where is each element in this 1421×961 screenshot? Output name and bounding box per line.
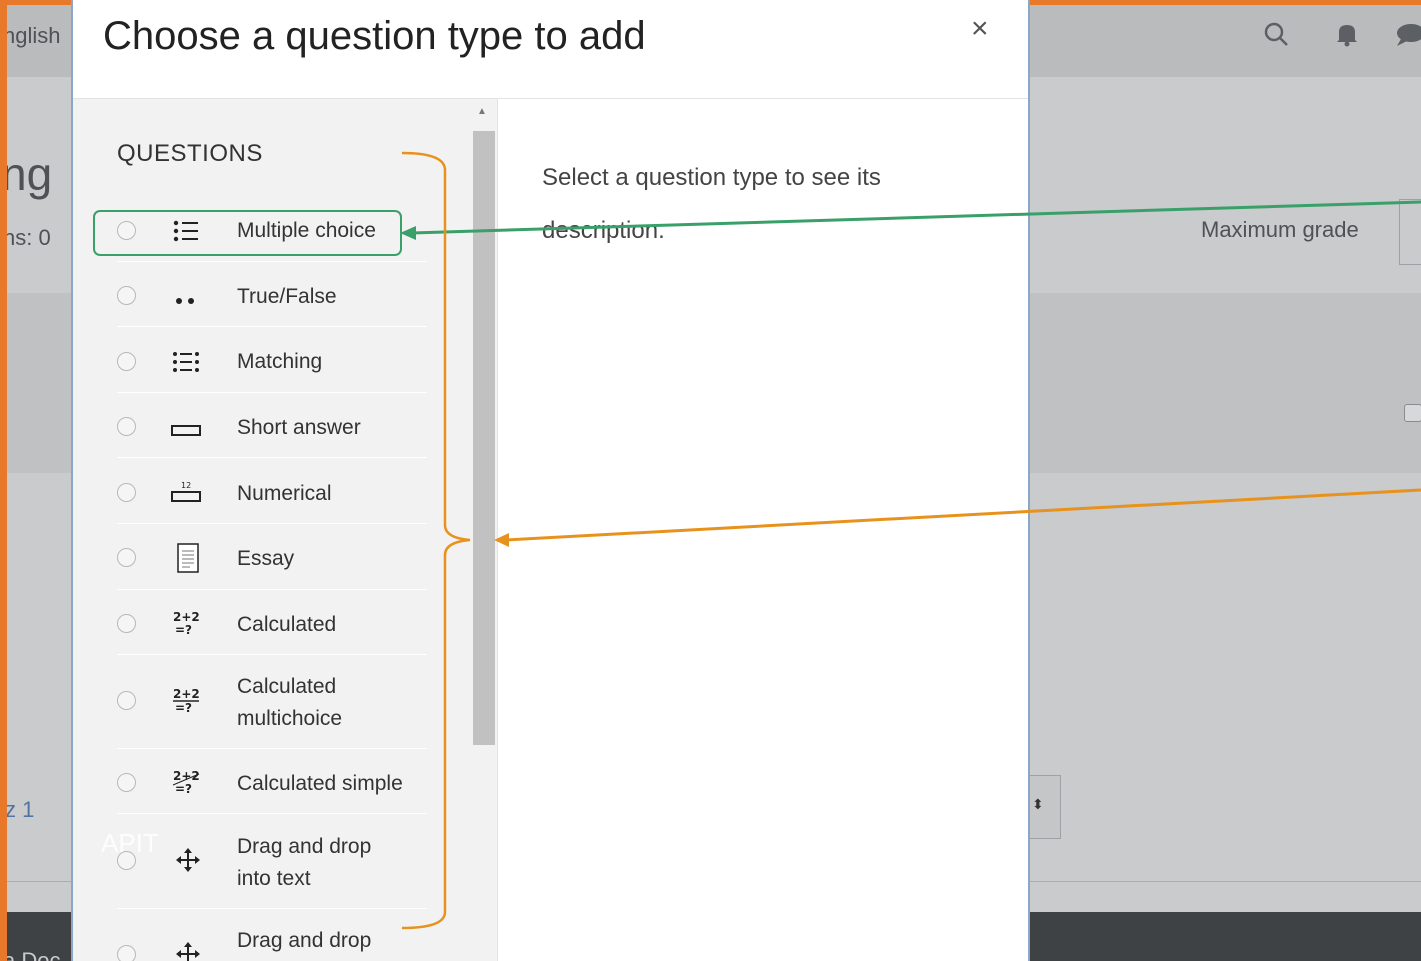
svg-text:2+2: 2+2	[173, 687, 200, 701]
question-type-label-line2[interactable]: multichoice	[237, 703, 342, 735]
radio-calculated[interactable]	[117, 614, 136, 633]
divider	[117, 326, 427, 327]
question-type-label[interactable]: True/False	[237, 281, 337, 313]
svg-text:2+2: 2+2	[173, 610, 200, 624]
question-type-label[interactable]: Essay	[237, 543, 294, 575]
radio-true-false[interactable]	[117, 286, 136, 305]
radio-short-answer[interactable]	[117, 417, 136, 436]
radio-multiple-choice[interactable]	[117, 221, 136, 240]
maximum-grade-input[interactable]	[1399, 199, 1421, 265]
search-icon[interactable]	[1263, 21, 1289, 54]
section-title-questions: QUESTIONS	[117, 140, 263, 167]
divider	[117, 748, 427, 749]
question-type-label-line1[interactable]: Drag and drop	[237, 831, 371, 863]
page-heading-fragment: ng	[7, 148, 53, 200]
calculated-icon: 2+2 =?	[170, 609, 202, 641]
question-type-label[interactable]: Matching	[237, 346, 322, 378]
matching-icon	[170, 350, 202, 378]
divider	[117, 813, 427, 814]
short-answer-icon	[170, 421, 202, 441]
close-button[interactable]: ×	[971, 12, 989, 46]
question-type-label[interactable]: Calculated simple	[237, 768, 403, 800]
drag-drop-text-icon	[172, 847, 204, 877]
radio-matching[interactable]	[117, 352, 136, 371]
radio-calculated-simple[interactable]	[117, 773, 136, 792]
chat-icon[interactable]	[1395, 23, 1421, 54]
bell-icon[interactable]	[1335, 21, 1359, 54]
divider	[117, 908, 427, 909]
divider	[117, 392, 427, 393]
question-type-label[interactable]: Drag and drop	[237, 925, 371, 957]
svg-text:2+2: 2+2	[173, 769, 200, 783]
svg-text:=?: =?	[175, 701, 192, 714]
divider	[117, 457, 427, 458]
calculated-simple-icon: 2+2 =?	[170, 768, 202, 800]
maximum-grade-label: Maximum grade	[1201, 217, 1359, 242]
sort-arrows-icon: ⬍	[1032, 796, 1044, 812]
description-text: Select a question type to see its descri…	[542, 164, 881, 244]
two-dots-icon	[170, 290, 202, 310]
question-type-label[interactable]: Numerical	[237, 478, 332, 510]
radio-drag-and-drop[interactable]	[117, 945, 136, 961]
modal-header: Choose a question type to add ×	[73, 0, 1028, 99]
svg-text:=?: =?	[175, 782, 192, 796]
drag-drop-icon	[172, 941, 204, 961]
questions-count-fragment: ns: 0	[7, 225, 51, 250]
numerical-icon: 12	[170, 480, 202, 508]
scroll-up-arrow-icon[interactable]: ▲	[477, 106, 487, 117]
scrollbar-thumb[interactable]	[473, 131, 495, 745]
question-type-modal: Choose a question type to add × ▲ Select…	[71, 0, 1030, 961]
list-icon	[170, 219, 202, 247]
description-pane: Select a question type to see its descri…	[497, 99, 1028, 961]
divider	[117, 589, 427, 590]
svg-text:12: 12	[181, 481, 191, 490]
radio-essay[interactable]	[117, 548, 136, 567]
quiz-link-fragment[interactable]: z 1	[7, 797, 34, 823]
question-type-label-line2[interactable]: into text	[237, 863, 311, 895]
svg-text:=?: =?	[175, 623, 192, 637]
calculated-multichoice-icon: 2+2 =?	[170, 686, 202, 718]
language-menu[interactable]: nglish	[7, 23, 60, 49]
watermark-text: APIT	[101, 828, 159, 858]
divider	[117, 523, 427, 524]
modal-title: Choose a question type to add	[103, 14, 646, 58]
divider	[117, 261, 427, 262]
radio-numerical[interactable]	[117, 483, 136, 502]
essay-icon	[172, 543, 204, 577]
footer-link-fragment[interactable]: a Doc	[7, 948, 60, 961]
question-type-label[interactable]: Multiple choice	[237, 215, 376, 247]
question-type-label[interactable]: Short answer	[237, 412, 361, 444]
question-type-label[interactable]: Calculated	[237, 609, 336, 641]
divider	[117, 654, 427, 655]
checkbox[interactable]	[1404, 404, 1421, 422]
question-type-label-line1[interactable]: Calculated	[237, 671, 336, 703]
radio-calculated-multichoice[interactable]	[117, 691, 136, 710]
